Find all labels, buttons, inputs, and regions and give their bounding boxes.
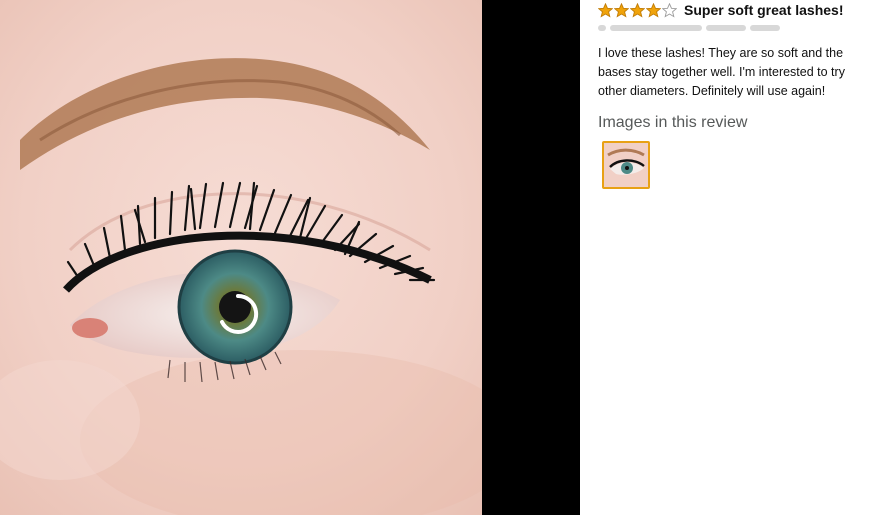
review-title[interactable]: Super soft great lashes! bbox=[684, 2, 844, 18]
star-empty-icon bbox=[662, 2, 677, 18]
star-filled-icon bbox=[646, 2, 661, 18]
loading-spinner-icon bbox=[220, 293, 259, 334]
star-filled-icon bbox=[598, 2, 613, 18]
image-viewer bbox=[0, 0, 580, 515]
images-heading: Images in this review bbox=[598, 114, 748, 131]
review-panel: Super soft great lashes! I love these la… bbox=[596, 0, 871, 515]
blurred-review-date bbox=[706, 25, 746, 31]
blurred-review-meta bbox=[750, 25, 780, 31]
eye-thumbnail-icon bbox=[604, 143, 648, 187]
review-image-popup: Super soft great lashes! I love these la… bbox=[0, 0, 871, 515]
star-rating[interactable] bbox=[598, 2, 678, 18]
avatar-placeholder bbox=[598, 25, 606, 31]
reviewer-info-blurred bbox=[598, 21, 784, 35]
review-image-thumbnail[interactable] bbox=[602, 141, 650, 189]
star-filled-icon bbox=[630, 2, 645, 18]
blurred-reviewer-name bbox=[610, 25, 702, 31]
rating-row: Super soft great lashes! bbox=[598, 1, 844, 19]
review-text: I love these lashes! They are so soft an… bbox=[598, 46, 845, 98]
eye-closeup-photo bbox=[0, 0, 482, 515]
star-filled-icon bbox=[614, 2, 629, 18]
review-photo bbox=[0, 0, 482, 515]
